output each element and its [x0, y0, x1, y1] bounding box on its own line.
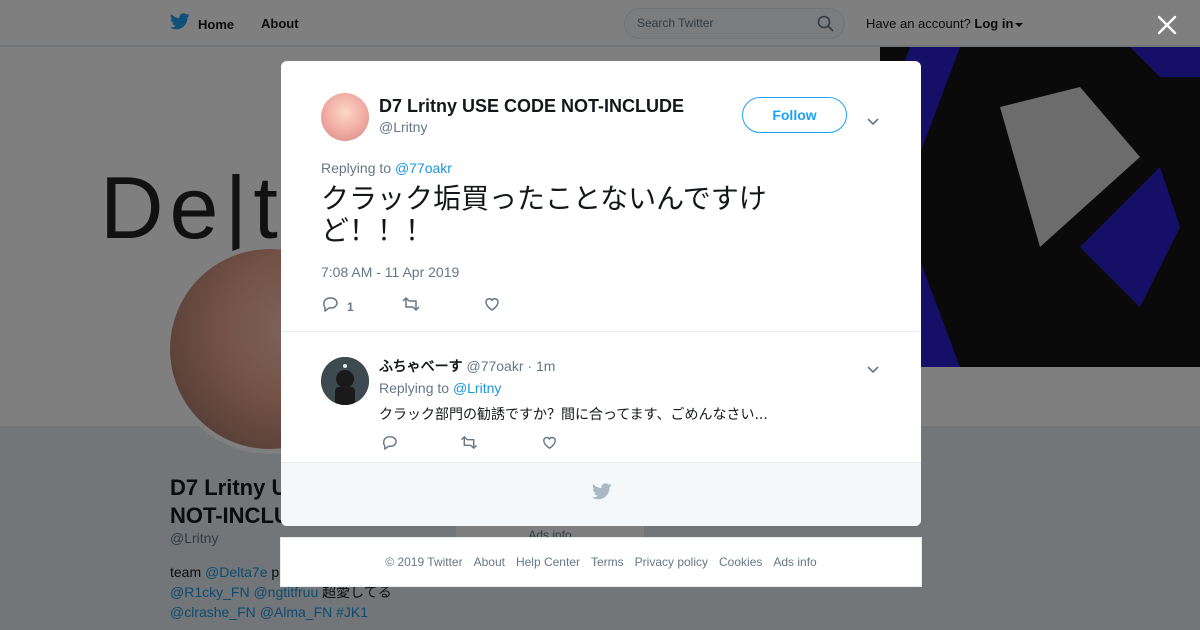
replying-to-link[interactable]: @77oakr — [395, 160, 452, 176]
heart-icon — [483, 295, 501, 318]
retweet-button[interactable] — [401, 295, 421, 318]
modal-footer — [281, 462, 921, 526]
tweet-modal: D7 Lritny USE CODE NOT-INCLUDE @Lritny F… — [281, 61, 921, 526]
reply-text: クラック部門の勧誘ですか？間に合ってます、ごめんなさい... — [379, 407, 768, 423]
retweet-icon — [401, 295, 421, 318]
twitter-bird-icon — [591, 483, 612, 505]
replying-to-link[interactable]: @Lritny — [453, 380, 501, 396]
reply-count: 1 — [347, 299, 354, 314]
replying-to-label: Replying to — [321, 160, 392, 176]
footer-copyright: © 2019 Twitter — [385, 555, 463, 569]
like-button[interactable] — [483, 295, 501, 318]
reply-age[interactable]: 1m — [536, 358, 555, 374]
tweet-timestamp[interactable]: 7:08 AM - 11 Apr 2019 — [321, 264, 459, 280]
retweet-icon — [459, 434, 479, 456]
chevron-down-icon[interactable] — [867, 361, 879, 374]
reply-button[interactable] — [381, 434, 398, 456]
footer-terms-link[interactable]: Terms — [591, 555, 624, 569]
chevron-down-icon[interactable] — [867, 113, 879, 126]
like-button[interactable] — [541, 434, 558, 456]
reply-icon — [381, 434, 398, 456]
tweet-author-avatar[interactable] — [321, 93, 369, 141]
reply-icon — [321, 295, 339, 318]
reply-replying-to: Replying to @Lritny — [379, 380, 501, 396]
retweet-button[interactable] — [459, 434, 479, 456]
tweet-text: クラック垢買ったことないんですけど！！！ — [321, 182, 767, 247]
reply-author-handle[interactable]: @77oakr — [466, 358, 523, 374]
reply-button[interactable]: 1 — [321, 295, 354, 318]
footer-about-link[interactable]: About — [474, 555, 505, 569]
tweet-author-handle[interactable]: @Lritny — [379, 119, 427, 135]
replying-to-label: Replying to — [379, 380, 450, 396]
reply-header: ふちゃべーす @77oakr · 1m — [379, 356, 555, 376]
footer-privacy-link[interactable]: Privacy policy — [635, 555, 708, 569]
replying-to: Replying to @77oakr — [321, 160, 452, 176]
close-icon[interactable] — [1156, 14, 1178, 36]
tweet-author-name[interactable]: D7 Lritny USE CODE NOT-INCLUDE — [379, 96, 684, 117]
footer-ads-link[interactable]: Ads info — [773, 555, 816, 569]
reply-author-name[interactable]: ふちゃべーす — [379, 358, 463, 374]
site-footer: © 2019 Twitter About Help Center Terms P… — [280, 537, 922, 587]
heart-icon — [541, 434, 558, 456]
reply-separator: · — [527, 358, 533, 374]
follow-button[interactable]: Follow — [742, 97, 847, 133]
footer-help-link[interactable]: Help Center — [516, 555, 580, 569]
divider — [281, 331, 921, 332]
footer-cookies-link[interactable]: Cookies — [719, 555, 762, 569]
reply-author-avatar[interactable] — [321, 357, 369, 405]
